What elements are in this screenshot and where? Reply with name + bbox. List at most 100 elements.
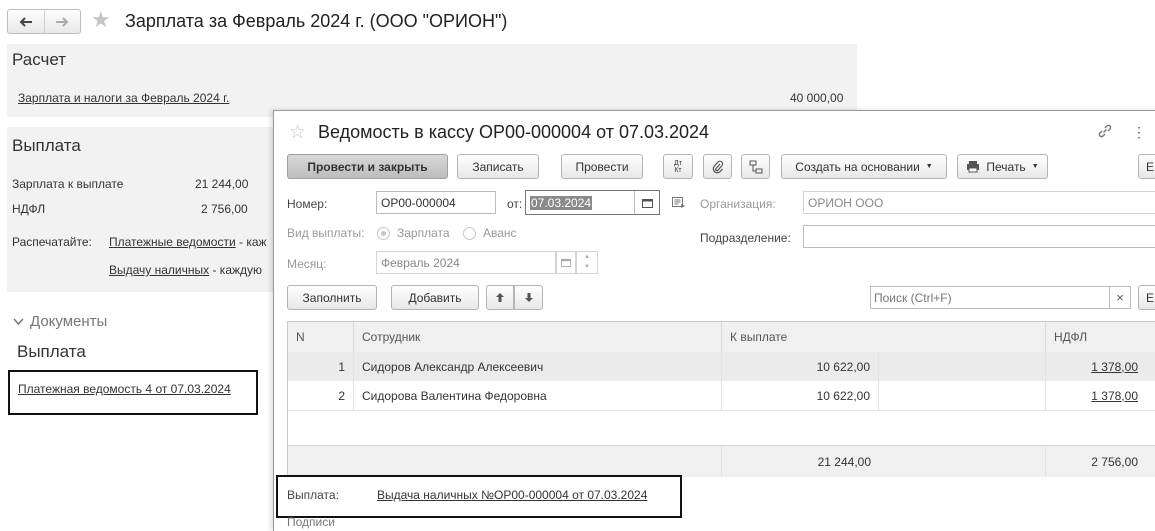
salary-to-pay-label: Зарплата к выплате: [12, 177, 124, 191]
documents-toggle[interactable]: Документы: [13, 313, 107, 330]
arrow-down-icon: [524, 293, 533, 302]
totals-spacer: [288, 446, 722, 477]
chevron-down-icon: [13, 317, 24, 325]
print-cash-link[interactable]: Выдачу наличных: [109, 263, 209, 277]
paytype-advance-radio[interactable]: [463, 227, 476, 240]
paytype-label: Вид выплаты:: [287, 226, 365, 240]
create-based-label: Создать на основании: [795, 159, 920, 174]
print-label: Печать: [986, 159, 1026, 174]
salary-to-pay-value: 21 244,00: [195, 177, 249, 191]
month-label: Месяц:: [287, 257, 327, 271]
fill-button[interactable]: Заполнить: [287, 285, 377, 310]
spinner-up-icon[interactable]: ▲: [577, 252, 597, 262]
raschet-heading: Расчет: [12, 50, 67, 69]
month-calendar-icon[interactable]: [556, 251, 576, 274]
nav-buttons: [7, 9, 81, 34]
row-to-pay: 10 622,00: [722, 381, 879, 410]
row-employee: Сидоров Александр Алексеевич: [354, 352, 722, 381]
row-ndfl-link[interactable]: 1 378,00: [1091, 360, 1138, 374]
add-button[interactable]: Добавить: [391, 285, 479, 310]
print-payroll-suffix: - каж: [235, 235, 267, 249]
table-row[interactable]: 1 Сидоров Александр Алексеевич 10 622,00…: [288, 352, 1155, 381]
ndfl-value: 2 756,00: [201, 202, 248, 216]
col-header-to-pay[interactable]: К выплате: [722, 322, 1046, 352]
division-field[interactable]: [803, 225, 1155, 248]
save-button[interactable]: Записать: [457, 154, 539, 179]
table-more-button[interactable]: Е: [1138, 285, 1155, 310]
totals-spacer-2: [879, 446, 1046, 477]
favorite-star-icon[interactable]: ★: [91, 9, 111, 31]
structure-button[interactable]: [741, 154, 770, 179]
link-icon[interactable]: [1097, 123, 1113, 142]
print-label: Распечатайте:: [12, 235, 92, 249]
row-ndfl: 1 378,00: [1046, 381, 1146, 410]
col-header-employee[interactable]: Сотрудник: [354, 322, 722, 352]
paytype-salary-label: Зарплата: [397, 226, 450, 240]
col-header-n[interactable]: N: [288, 322, 354, 352]
spinner-down-icon[interactable]: ▼: [577, 262, 597, 272]
row-employee: Сидорова Валентина Федоровна: [354, 381, 722, 410]
documents-toggle-label: Документы: [30, 313, 108, 330]
org-label: Организация:: [700, 197, 776, 211]
move-up-button[interactable]: [486, 285, 514, 310]
org-field[interactable]: ОРИОН ООО: [803, 191, 1155, 214]
dtkt-button[interactable]: Дт Кт: [663, 154, 693, 179]
print-item-cash: Выдачу наличных - каждую: [109, 263, 262, 277]
print-button[interactable]: Печать ▼: [957, 154, 1048, 179]
print-cash-suffix: - каждую: [209, 263, 263, 277]
arrow-left-icon: [19, 16, 32, 27]
row-ndfl-link[interactable]: 1 378,00: [1091, 389, 1138, 403]
calendar-icon[interactable]: [634, 191, 659, 214]
table-row[interactable]: 2 Сидорова Валентина Федоровна 10 622,00…: [288, 381, 1155, 411]
month-field[interactable]: Февраль 2024: [376, 251, 556, 274]
printer-icon: [967, 161, 980, 173]
create-based-button[interactable]: Создать на основании ▼: [781, 154, 947, 179]
arrow-up-icon: [496, 293, 504, 302]
more-button[interactable]: Е: [1138, 154, 1155, 179]
date-label: от:: [507, 197, 523, 211]
row-empty: [879, 352, 1046, 381]
number-label: Номер:: [287, 197, 328, 211]
post-button[interactable]: Провести: [561, 154, 643, 179]
payment-label: Выплата:: [287, 488, 339, 502]
row-n: 2: [288, 381, 354, 410]
print-item-payroll: Платежные ведомости - каж: [109, 235, 267, 249]
row-n: 1: [288, 352, 354, 381]
date-field[interactable]: 07.03.2024: [525, 190, 660, 215]
paytype-salary-radio[interactable]: [377, 227, 390, 240]
division-label: Подразделение:: [700, 231, 791, 245]
cash-issue-link[interactable]: Выдача наличных №ОР00-000004 от 07.03.20…: [377, 488, 647, 502]
paytype-advance-label: Аванс: [483, 226, 517, 240]
move-down-button[interactable]: [514, 285, 543, 310]
structure-icon: [749, 160, 762, 173]
arrow-right-icon: [56, 16, 69, 27]
signatures-label: Подписи: [287, 515, 335, 529]
date-value: 07.03.2024: [530, 195, 593, 210]
attach-button[interactable]: [703, 154, 732, 179]
search-input[interactable]: [870, 286, 1110, 309]
employees-table: N Сотрудник К выплате НДФЛ 1 Сидоров Але…: [287, 321, 1155, 477]
search-clear-icon[interactable]: ×: [1109, 286, 1131, 309]
col-header-ndfl[interactable]: НДФЛ: [1046, 322, 1155, 352]
forward-button[interactable]: [43, 10, 81, 33]
ndfl-label: НДФЛ: [12, 202, 46, 216]
month-spinner[interactable]: ▲ ▼: [576, 251, 598, 274]
page-title: Зарплата за Февраль 2024 г. (ООО "ОРИОН"…: [125, 11, 508, 31]
dialog-favorite-icon[interactable]: ☆: [289, 123, 306, 142]
print-payroll-link[interactable]: Платежные ведомости: [109, 235, 236, 249]
vyplata-panel: Выплата Зарплата к выплате 21 244,00 НДФ…: [7, 127, 277, 292]
post-and-close-button[interactable]: Провести и закрыть: [287, 154, 448, 179]
number-field[interactable]: ОР00-000004: [376, 191, 496, 214]
raschet-amount: 40 000,00: [790, 91, 844, 105]
row-to-pay: 10 622,00: [722, 352, 879, 381]
dropdown-caret-icon: ▼: [1031, 163, 1039, 170]
dtkt-icon: Дт Кт: [674, 159, 682, 174]
raschet-link[interactable]: Зарплата и налоги за Февраль 2024 г.: [18, 91, 229, 105]
history-icon[interactable]: [672, 197, 686, 212]
back-button[interactable]: [8, 10, 44, 33]
total-to-pay: 21 244,00: [817, 454, 871, 469]
payroll-dialog: ☆ Ведомость в кассу ОР00-000004 от 07.03…: [273, 110, 1155, 531]
payroll-doc-link[interactable]: Платежная ведомость 4 от 07.03.2024: [18, 382, 231, 396]
total-ndfl: 2 756,00: [1091, 454, 1138, 469]
more-vertical-icon[interactable]: ⋮: [1132, 124, 1146, 141]
